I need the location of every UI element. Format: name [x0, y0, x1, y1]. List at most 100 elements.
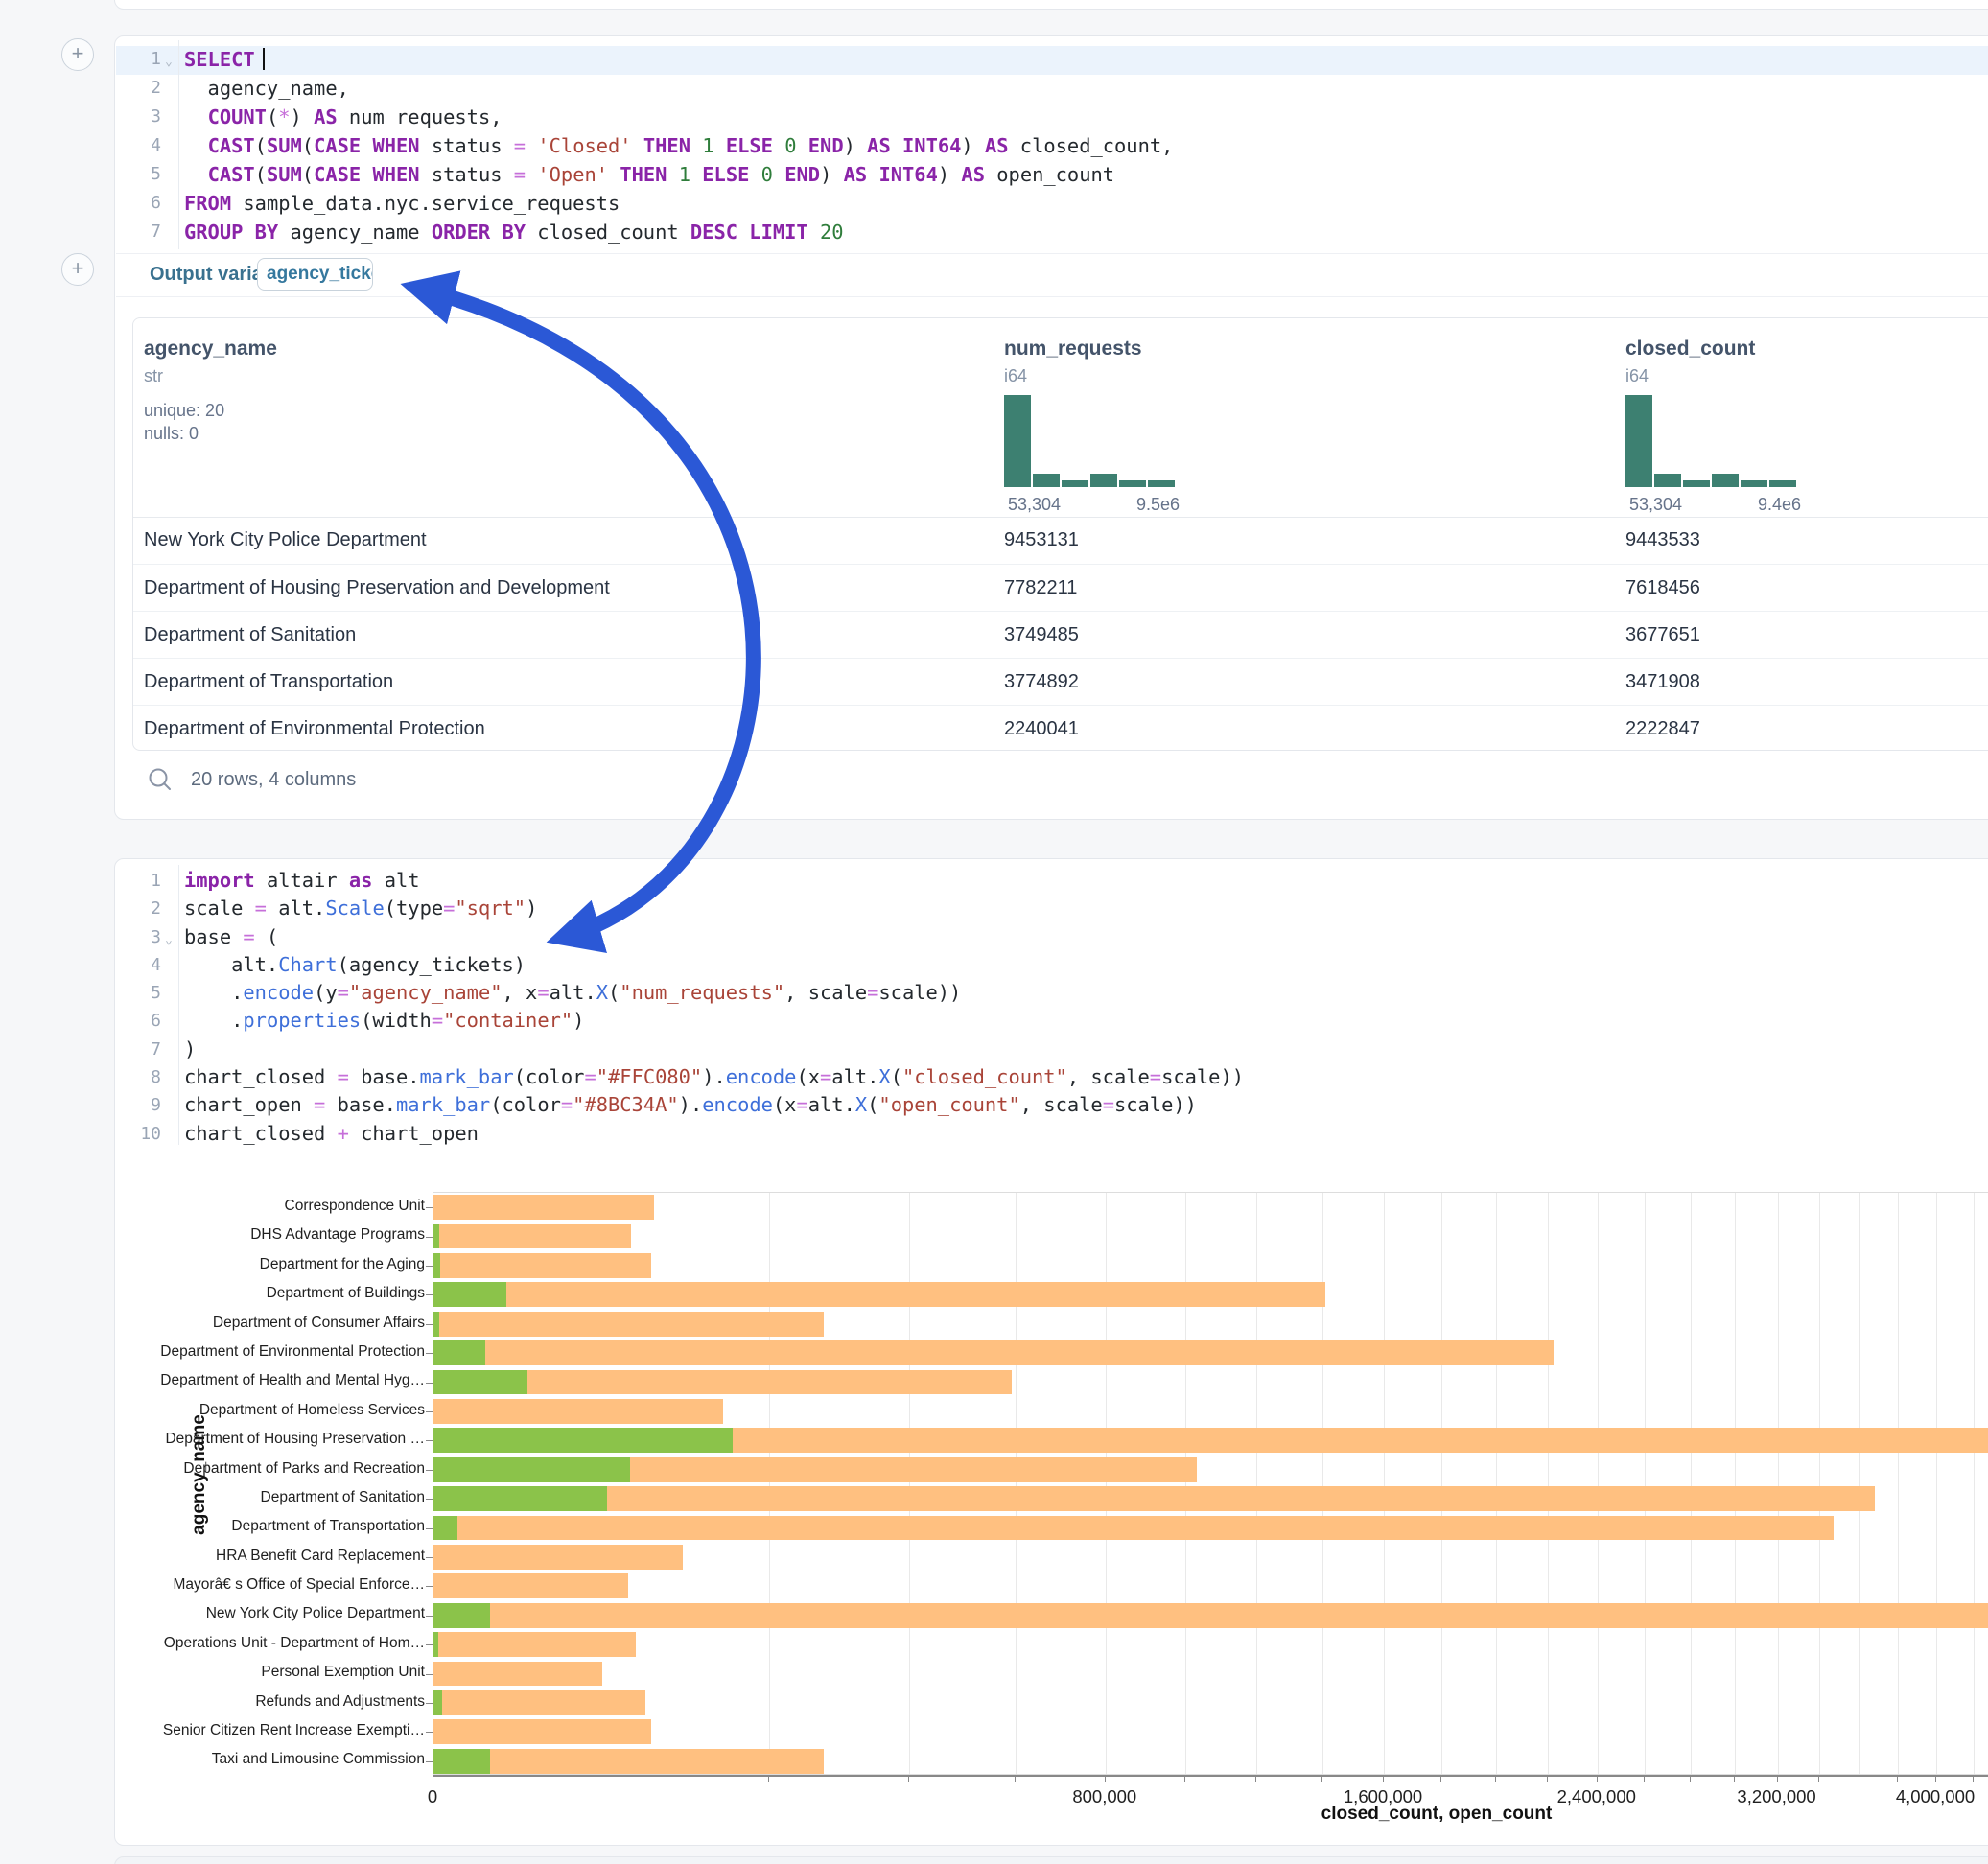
x-tick	[1734, 1776, 1735, 1782]
line-number: 5	[121, 979, 161, 1007]
bar-closed_count[interactable]	[433, 1632, 636, 1657]
bar-open_count[interactable]	[433, 1486, 607, 1511]
table-cell: 3471908	[1625, 659, 1700, 706]
code-line[interactable]: 9chart_open = base.mark_bar(color="#8BC3…	[115, 1091, 1988, 1119]
code-text: chart_closed = base.mark_bar(color="#FFC…	[184, 1063, 1988, 1091]
y-tick	[426, 1644, 433, 1645]
code-line[interactable]: 2 agency_name,	[115, 74, 1988, 103]
code-text: scale = alt.Scale(type="sqrt")	[184, 895, 1988, 922]
bar-closed_count[interactable]	[433, 1340, 1554, 1365]
x-tick	[1383, 1776, 1384, 1782]
table-cell: 9453131	[1004, 517, 1079, 564]
y-tick	[426, 1411, 433, 1412]
dataframe-preview[interactable]: agency_namestrunique: 20nulls: 0 num_requ…	[132, 317, 1988, 751]
bar-open_count[interactable]	[433, 1516, 457, 1541]
column-header-closed_count[interactable]: closed_counti6453,3049.4e6	[1625, 318, 1952, 517]
y-tick	[426, 1353, 433, 1354]
y-tick	[426, 1383, 433, 1384]
table-row[interactable]: Department of Transportation377489234719…	[133, 658, 1988, 706]
code-text: .encode(y="agency_name", x=alt.X("num_re…	[184, 979, 1988, 1007]
code-line[interactable]: 8chart_closed = base.mark_bar(color="#FF…	[115, 1063, 1988, 1091]
table-cell: Department of Housing Preservation and D…	[144, 565, 610, 612]
table-cell: 7782211	[1004, 565, 1077, 612]
bar-open_count[interactable]	[433, 1457, 630, 1482]
code-line[interactable]: 5 CAST(SUM(CASE WHEN status = 'Open' THE…	[115, 160, 1988, 189]
x-tick	[1644, 1776, 1645, 1782]
y-axis-label: Operations Unit - Department of Hom…	[154, 1629, 425, 1658]
y-tick	[426, 1703, 433, 1704]
bar-closed_count[interactable]	[433, 1195, 654, 1220]
code-line[interactable]: 6FROM sample_data.nyc.service_requests	[115, 189, 1988, 218]
bar-closed_count[interactable]	[433, 1282, 1325, 1307]
code-line[interactable]: 1⌄SELECT	[115, 45, 1988, 74]
code-line[interactable]: 2 scale = alt.Scale(type="sqrt")	[115, 895, 1988, 922]
bar-open_count[interactable]	[433, 1632, 438, 1657]
code-line[interactable]: 5 .encode(y="agency_name", x=alt.X("num_…	[115, 979, 1988, 1007]
code-line[interactable]: 4 alt.Chart(agency_tickets)	[115, 951, 1988, 979]
sql-code-editor[interactable]: 1⌄SELECT2 agency_name,3 COUNT(*) AS num_…	[115, 45, 1988, 246]
table-cell: Department of Transportation	[144, 659, 393, 706]
bar-open_count[interactable]	[433, 1312, 439, 1337]
output-variable-pill[interactable]: agency_tickets	[257, 258, 373, 291]
table-row[interactable]: Department of Sanitation37494853677651	[133, 611, 1988, 659]
bar-closed_count[interactable]	[433, 1719, 651, 1744]
bar-closed_count[interactable]	[433, 1224, 631, 1249]
bar-closed_count[interactable]	[433, 1573, 628, 1598]
fold-chevron-icon[interactable]: ⌄	[165, 926, 173, 954]
bar-closed_count[interactable]	[433, 1253, 651, 1278]
y-axis-label: Department of Transportation	[154, 1512, 425, 1541]
table-cell: 9443533	[1625, 517, 1700, 564]
add-cell-button-middle[interactable]: +	[61, 253, 94, 286]
table-row[interactable]: Department of Environmental Protection22…	[133, 705, 1988, 751]
code-line[interactable]: 7GROUP BY agency_name ORDER BY closed_co…	[115, 218, 1988, 246]
gridline	[909, 1193, 910, 1774]
code-line[interactable]: 4 CAST(SUM(CASE WHEN status = 'Closed' T…	[115, 131, 1988, 160]
column-header-agency_name[interactable]: agency_namestrunique: 20nulls: 0	[144, 318, 470, 517]
line-number: 2	[121, 895, 161, 922]
code-line[interactable]: 7)	[115, 1036, 1988, 1063]
y-tick	[426, 1528, 433, 1529]
x-axis-label: 3,200,000	[1737, 1786, 1815, 1807]
bar-open_count[interactable]	[433, 1603, 490, 1628]
x-axis-label: 2,400,000	[1557, 1786, 1636, 1807]
bar-open_count[interactable]	[433, 1340, 485, 1365]
bar-open_count[interactable]	[433, 1428, 733, 1453]
bar-open_count[interactable]	[433, 1224, 439, 1249]
bar-closed_count[interactable]	[433, 1545, 683, 1570]
previous-cell-edge	[114, 0, 1988, 10]
bar-open_count[interactable]	[433, 1282, 506, 1307]
bar-closed_count[interactable]	[433, 1312, 824, 1337]
bar-closed_count[interactable]	[433, 1399, 723, 1424]
table-row[interactable]: New York City Police Department945313194…	[133, 517, 1988, 564]
bar-open_count[interactable]	[433, 1749, 490, 1774]
bar-open_count[interactable]	[433, 1370, 527, 1395]
code-line[interactable]: 10chart_closed + chart_open	[115, 1120, 1988, 1148]
python-code-editor[interactable]: 1import altair as alt2 scale = alt.Scale(…	[115, 867, 1988, 1148]
add-cell-button-top[interactable]: +	[61, 38, 94, 71]
table-header: agency_namestrunique: 20nulls: 0 num_requ…	[133, 318, 1988, 518]
bar-closed_count[interactable]	[433, 1516, 1834, 1541]
y-axis-label: HRA Benefit Card Replacement	[154, 1542, 425, 1571]
bar-closed_count[interactable]	[433, 1749, 824, 1774]
code-line[interactable]: 1import altair as alt	[115, 867, 1988, 895]
bar-closed_count[interactable]	[433, 1662, 602, 1687]
fold-chevron-icon[interactable]: ⌄	[165, 48, 173, 77]
code-line[interactable]: 3⌄base = (	[115, 923, 1988, 951]
code-line[interactable]: 3 COUNT(*) AS num_requests,	[115, 103, 1988, 131]
chart-x-axis-title: closed_count, open_count	[1321, 1804, 1553, 1825]
table-row[interactable]: Department of Housing Preservation and D…	[133, 564, 1988, 612]
search-icon[interactable]	[147, 766, 174, 793]
x-tick	[1255, 1776, 1256, 1782]
text-cursor	[263, 48, 265, 70]
code-line[interactable]: 6 .properties(width="container")	[115, 1007, 1988, 1035]
x-tick	[1777, 1776, 1778, 1782]
column-header-num_requests[interactable]: num_requestsi6453,3049.5e6	[1004, 318, 1330, 517]
bar-closed_count[interactable]	[433, 1690, 645, 1715]
y-axis-label: Senior Citizen Rent Increase Exempti…	[154, 1716, 425, 1745]
bar-closed_count[interactable]	[433, 1486, 1875, 1511]
bar-open_count[interactable]	[433, 1253, 440, 1278]
bar-open_count[interactable]	[433, 1690, 442, 1715]
gridline	[1185, 1193, 1186, 1774]
bar-closed_count[interactable]	[433, 1603, 1988, 1628]
bar-chart[interactable]	[433, 1192, 1988, 1775]
